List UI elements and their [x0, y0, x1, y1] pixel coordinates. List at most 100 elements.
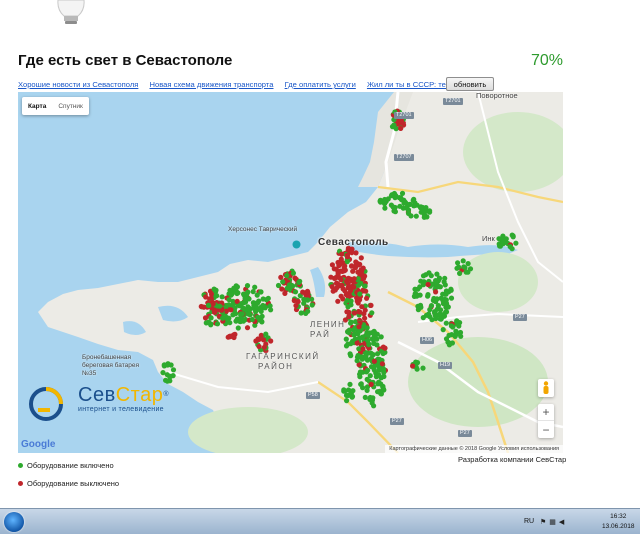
status-marker[interactable]: [348, 287, 354, 294]
status-marker[interactable]: [300, 289, 306, 295]
status-marker[interactable]: [365, 367, 371, 373]
status-marker[interactable]: [448, 287, 454, 293]
status-marker[interactable]: [297, 278, 303, 284]
status-marker[interactable]: [374, 336, 380, 342]
status-marker[interactable]: [237, 318, 244, 325]
status-marker[interactable]: [268, 338, 274, 344]
link-transport-scheme[interactable]: Новая схема движения транспорта: [150, 80, 274, 89]
status-marker[interactable]: [448, 295, 455, 301]
status-marker[interactable]: [351, 276, 357, 282]
status-marker[interactable]: [425, 281, 431, 288]
status-marker[interactable]: [227, 287, 233, 293]
status-marker[interactable]: [445, 304, 451, 310]
status-marker[interactable]: [360, 335, 366, 341]
status-marker[interactable]: [461, 264, 467, 270]
status-marker[interactable]: [217, 303, 223, 309]
status-marker[interactable]: [456, 264, 462, 270]
status-marker[interactable]: [358, 255, 364, 261]
status-marker[interactable]: [410, 363, 416, 369]
status-marker[interactable]: [465, 261, 471, 267]
status-marker[interactable]: [425, 292, 431, 298]
status-marker[interactable]: [361, 354, 367, 360]
status-marker[interactable]: [428, 303, 435, 309]
status-marker[interactable]: [357, 369, 363, 375]
status-marker[interactable]: [376, 356, 382, 362]
status-marker[interactable]: [261, 344, 267, 350]
status-marker[interactable]: [460, 258, 466, 264]
status-marker[interactable]: [467, 266, 474, 272]
status-marker[interactable]: [368, 302, 374, 308]
status-marker[interactable]: [427, 208, 433, 214]
status-marker[interactable]: [446, 342, 452, 348]
status-marker[interactable]: [428, 273, 434, 279]
status-marker[interactable]: [295, 299, 301, 305]
status-marker[interactable]: [287, 286, 293, 292]
zoom-in-button[interactable]: +: [538, 404, 554, 421]
status-marker[interactable]: [433, 299, 439, 305]
status-marker[interactable]: [408, 213, 414, 219]
status-marker[interactable]: [344, 252, 350, 258]
status-marker[interactable]: [256, 336, 262, 342]
status-marker[interactable]: [239, 311, 245, 317]
status-marker[interactable]: [373, 370, 379, 376]
status-marker[interactable]: [263, 331, 269, 337]
link-ussr-test[interactable]: Жил ли ты в СССР: тест: [367, 80, 453, 89]
status-marker[interactable]: [335, 298, 341, 304]
status-marker[interactable]: [206, 319, 212, 325]
status-marker[interactable]: [219, 294, 225, 300]
status-marker[interactable]: [345, 275, 352, 281]
status-marker[interactable]: [443, 291, 449, 297]
status-marker[interactable]: [500, 239, 506, 246]
status-marker[interactable]: [345, 341, 351, 347]
status-marker[interactable]: [454, 318, 460, 324]
status-marker[interactable]: [414, 360, 421, 366]
status-marker[interactable]: [344, 309, 350, 315]
status-marker[interactable]: [455, 260, 461, 266]
status-marker[interactable]: [350, 388, 356, 394]
status-marker[interactable]: [347, 381, 353, 387]
status-marker[interactable]: [256, 343, 262, 350]
status-marker[interactable]: [348, 302, 354, 308]
status-marker[interactable]: [456, 323, 462, 329]
status-marker[interactable]: [280, 279, 286, 285]
status-marker[interactable]: [364, 295, 370, 301]
status-marker[interactable]: [414, 366, 420, 372]
status-marker[interactable]: [368, 381, 374, 387]
status-marker[interactable]: [357, 374, 363, 380]
status-marker[interactable]: [509, 232, 515, 238]
status-marker[interactable]: [305, 308, 311, 314]
status-marker[interactable]: [354, 340, 360, 346]
status-marker[interactable]: [443, 297, 449, 303]
status-marker[interactable]: [249, 316, 255, 323]
status-marker[interactable]: [376, 388, 383, 394]
status-marker[interactable]: [213, 292, 219, 299]
status-marker[interactable]: [369, 310, 375, 316]
power-map[interactable]: Карта Спутник Севастополь Херсонес Таври…: [18, 92, 563, 453]
status-marker[interactable]: [201, 304, 207, 310]
status-marker[interactable]: [235, 325, 241, 331]
status-marker[interactable]: [344, 398, 350, 404]
status-marker[interactable]: [359, 304, 365, 310]
status-marker[interactable]: [443, 320, 449, 326]
status-marker[interactable]: [434, 281, 440, 287]
status-marker[interactable]: [344, 297, 350, 304]
status-marker[interactable]: [309, 302, 315, 308]
status-marker[interactable]: [362, 315, 368, 321]
status-marker[interactable]: [259, 319, 265, 325]
status-marker[interactable]: [227, 334, 233, 340]
status-marker[interactable]: [220, 315, 226, 321]
status-marker[interactable]: [279, 286, 285, 292]
status-marker[interactable]: [371, 358, 377, 364]
link-good-news[interactable]: Хорошие новости из Севастополя: [18, 80, 138, 89]
status-marker[interactable]: [415, 303, 421, 309]
taskbar-clock[interactable]: 16:32 13.06.2018: [602, 512, 635, 532]
status-marker[interactable]: [367, 373, 373, 379]
status-marker[interactable]: [230, 312, 236, 318]
status-marker[interactable]: [453, 330, 459, 336]
status-marker[interactable]: [418, 204, 424, 210]
status-marker[interactable]: [228, 307, 234, 313]
status-marker[interactable]: [301, 296, 307, 302]
status-marker[interactable]: [205, 302, 212, 308]
status-marker[interactable]: [290, 270, 296, 276]
status-marker[interactable]: [226, 297, 232, 303]
